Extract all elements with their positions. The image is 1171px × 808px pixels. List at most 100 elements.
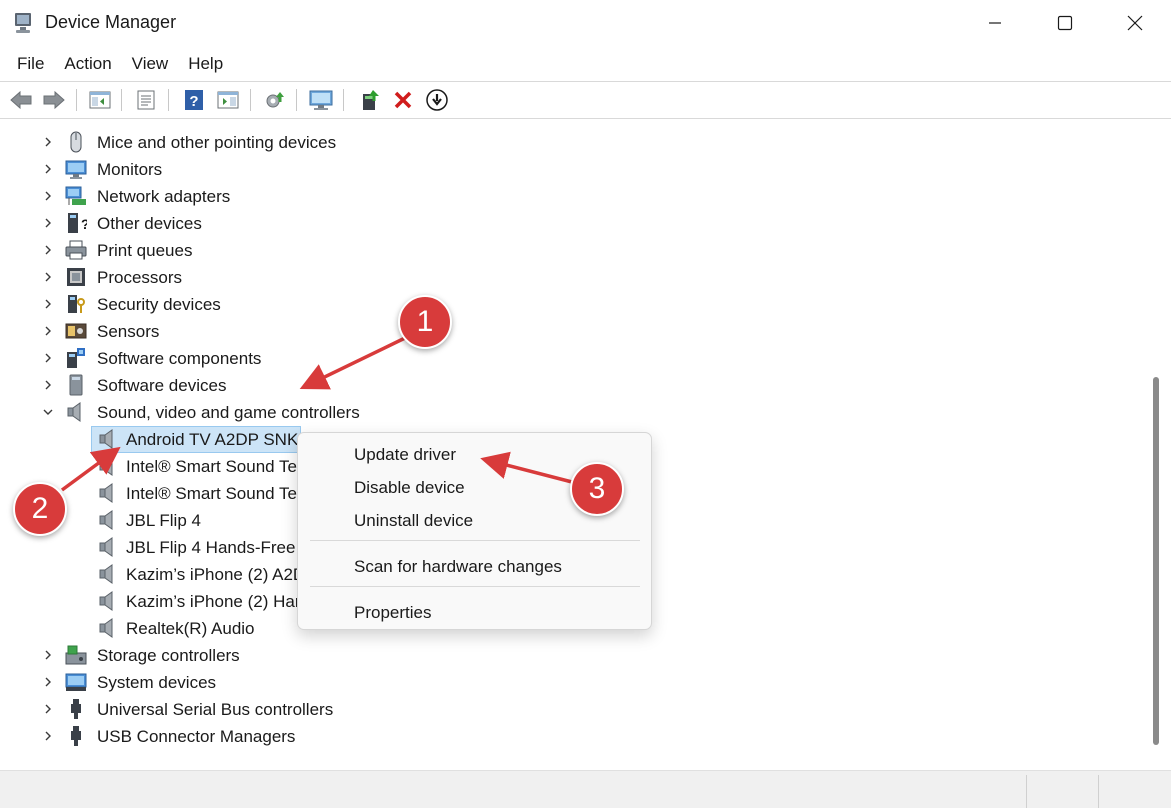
action-pane-button[interactable]	[214, 86, 242, 114]
tree-category[interactable]: USB Connector Managers	[5, 723, 1145, 750]
properties-button[interactable]	[132, 86, 160, 114]
network-adapter-icon	[65, 185, 87, 207]
chevron-right-icon[interactable]	[41, 270, 55, 284]
sensor-icon	[65, 320, 87, 342]
scrollbar-thumb[interactable]	[1153, 377, 1159, 745]
update-driver-icon	[363, 90, 379, 110]
tree-category-label: Print queues	[97, 241, 193, 260]
properties-icon	[137, 90, 155, 110]
chevron-right-icon[interactable]	[41, 378, 55, 392]
back-arrow-icon	[10, 90, 32, 110]
computer-monitor-button[interactable]	[307, 86, 335, 114]
menu-view[interactable]: View	[122, 50, 179, 78]
ctx-properties[interactable]: Properties	[354, 603, 431, 623]
help-button[interactable]: ?	[180, 86, 208, 114]
tree-category[interactable]: Network adapters	[5, 183, 1145, 210]
chevron-right-icon[interactable]	[41, 297, 55, 311]
tree-category[interactable]: Mice and other pointing devices	[5, 129, 1145, 156]
tree-category[interactable]: Software devices	[5, 372, 1145, 399]
callout-1: 1	[398, 295, 452, 349]
toolbar-separator	[168, 89, 169, 111]
tree-category[interactable]: Monitors	[5, 156, 1145, 183]
tree-category[interactable]: Processors	[5, 264, 1145, 291]
uninstall-device-button[interactable]	[389, 86, 417, 114]
scan-hardware-icon	[266, 92, 284, 108]
menu-help[interactable]: Help	[178, 50, 233, 78]
maximize-icon	[1057, 15, 1073, 31]
chevron-down-icon[interactable]	[41, 405, 55, 419]
tree-category[interactable]: Universal Serial Bus controllers	[5, 696, 1145, 723]
tree-category-label: Monitors	[97, 160, 163, 179]
chevron-right-icon[interactable]	[41, 189, 55, 203]
software-device-icon	[65, 374, 87, 396]
security-device-icon	[65, 293, 87, 315]
chevron-right-icon[interactable]	[41, 351, 55, 365]
uninstall-device-icon	[394, 91, 412, 109]
toolbar-separator	[76, 89, 77, 111]
tree-device-label: JBL Flip 4	[126, 511, 201, 530]
speaker-icon	[97, 428, 119, 450]
chevron-right-icon[interactable]	[41, 324, 55, 338]
tree-device-label: Kazim’s iPhone (2) Har	[126, 592, 301, 611]
menu-file[interactable]: File	[7, 50, 54, 78]
menu-bar: File Action View Help	[0, 48, 1171, 80]
speaker-icon	[97, 509, 119, 531]
update-driver-button[interactable]	[356, 86, 384, 114]
tree-category[interactable]: Storage controllers	[5, 642, 1145, 669]
tree-category[interactable]: Software components	[5, 345, 1145, 372]
ctx-scan-hardware[interactable]: Scan for hardware changes	[354, 557, 562, 577]
chevron-right-icon[interactable]	[41, 675, 55, 689]
minimize-button[interactable]	[960, 0, 1030, 46]
speaker-icon	[97, 563, 119, 585]
speaker-icon	[97, 617, 119, 639]
callout-3: 3	[570, 462, 624, 516]
ctx-update-driver[interactable]: Update driver	[354, 445, 456, 465]
close-button[interactable]	[1100, 0, 1170, 46]
speaker-icon	[97, 590, 119, 612]
tree-device-label: Realtek(R) Audio	[126, 619, 255, 638]
mouse-icon	[65, 131, 87, 153]
tree-category-label: Mice and other pointing devices	[97, 133, 337, 152]
minimize-icon	[989, 22, 1001, 24]
tree-category[interactable]: Print queues	[5, 237, 1145, 264]
ctx-uninstall-device[interactable]: Uninstall device	[354, 511, 473, 531]
other-devices-icon: ?	[65, 212, 90, 234]
disable-device-button[interactable]	[423, 86, 451, 114]
storage-controller-icon	[65, 644, 87, 666]
toolbar-separator	[121, 89, 122, 111]
tree-category[interactable]: ? Other devices	[5, 210, 1145, 237]
toolbar: ?	[0, 83, 1171, 117]
forward-arrow-icon	[43, 90, 65, 110]
device-manager-icon	[15, 13, 31, 33]
chevron-right-icon[interactable]	[41, 648, 55, 662]
svg-text:?: ?	[81, 216, 87, 232]
chevron-right-icon[interactable]	[41, 216, 55, 230]
maximize-button[interactable]	[1030, 0, 1100, 46]
menu-action[interactable]: Action	[54, 50, 121, 78]
chevron-right-icon[interactable]	[41, 243, 55, 257]
tree-category[interactable]: System devices	[5, 669, 1145, 696]
toolbar-divider	[0, 118, 1171, 119]
scan-hardware-button[interactable]	[261, 86, 289, 114]
tree-category-label: Software devices	[97, 376, 227, 395]
tree-category[interactable]: Sound, video and game controllers	[5, 399, 1145, 426]
show-hide-console-tree-button[interactable]	[86, 86, 114, 114]
chevron-right-icon[interactable]	[41, 702, 55, 716]
tree-device-label: Kazim’s iPhone (2) A2D	[126, 565, 306, 584]
chevron-right-icon[interactable]	[41, 729, 55, 743]
chevron-right-icon[interactable]	[41, 162, 55, 176]
tree-device-label: Intel® Smart Sound Te	[126, 457, 297, 476]
chevron-right-icon[interactable]	[41, 135, 55, 149]
toolbar-separator	[343, 89, 344, 111]
tree-category-label: Storage controllers	[97, 646, 240, 665]
tree-category-label: Software components	[97, 349, 262, 368]
help-icon: ?	[185, 90, 203, 110]
tree-device-label: Intel® Smart Sound Te	[126, 484, 297, 503]
tree-category[interactable]: Security devices	[5, 291, 1145, 318]
back-button[interactable]	[7, 86, 35, 114]
processor-icon	[65, 266, 87, 288]
tree-device-label: Android TV A2DP SNK	[126, 430, 299, 449]
forward-button[interactable]	[40, 86, 68, 114]
ctx-disable-device[interactable]: Disable device	[354, 478, 465, 498]
tree-category[interactable]: Sensors	[5, 318, 1145, 345]
